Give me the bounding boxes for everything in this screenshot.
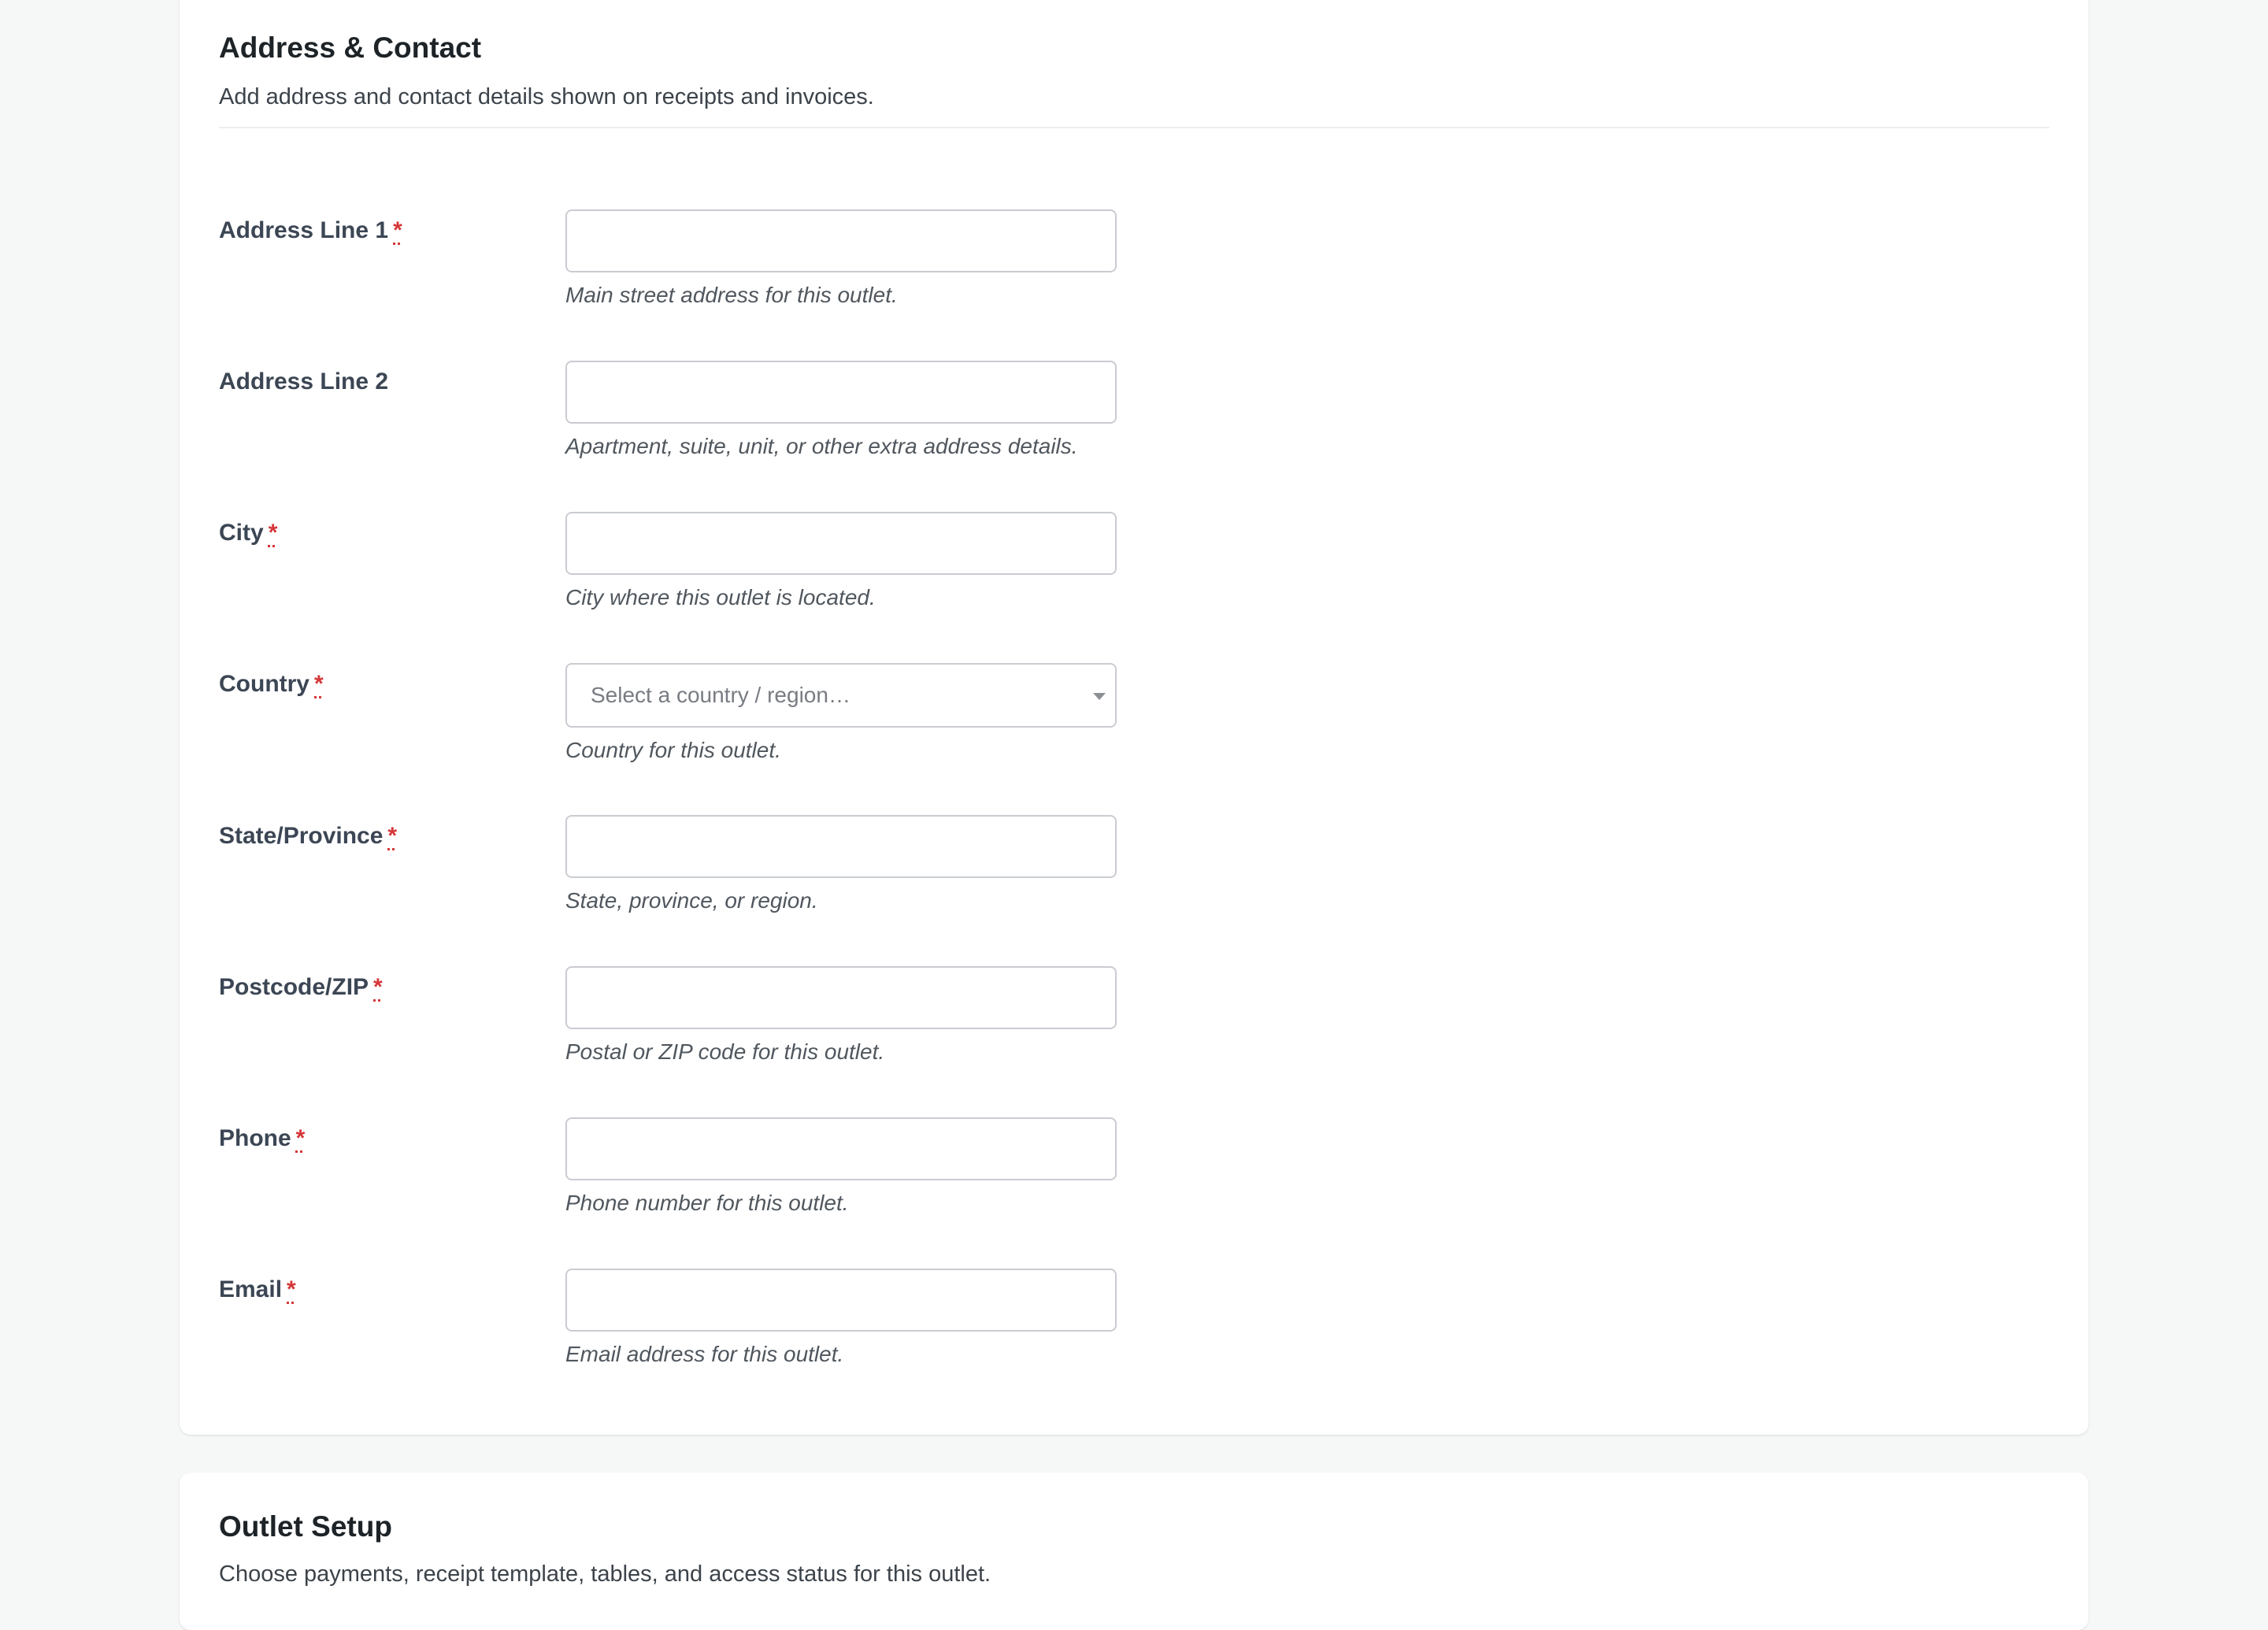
postcode-zip-row: Postcode/ZIP * Postal or ZIP code for thi… — [180, 966, 2088, 1108]
required-marker: * — [387, 823, 398, 849]
address-contact-card: Address & Contact Add address and contac… — [180, 0, 2088, 1435]
country-select[interactable]: Select a country / region… — [565, 663, 1117, 728]
country-label: Country * — [219, 671, 324, 697]
email-row: Email * Email address for this outlet. — [180, 1269, 2088, 1410]
required-marker: * — [287, 1276, 296, 1302]
address-line-2-row: Address Line 2 Apartment, suite, unit, o… — [180, 361, 2088, 502]
phone-input[interactable] — [565, 1117, 1117, 1180]
city-label: City * — [219, 520, 278, 546]
postcode-zip-help: Postal or ZIP code for this outlet. — [565, 1039, 885, 1064]
city-row: City * City where this outlet is located. — [180, 512, 2088, 654]
postcode-zip-label: Postcode/ZIP * — [219, 974, 383, 1000]
required-marker: * — [373, 974, 383, 1000]
email-input[interactable] — [565, 1269, 1117, 1332]
state-province-help: State, province, or region. — [565, 888, 818, 913]
state-province-row: State/Province * State, province, or regi… — [180, 815, 2088, 957]
required-marker: * — [314, 671, 324, 697]
city-help: City where this outlet is located. — [565, 585, 876, 609]
outlet-setup-card: Outlet Setup Choose payments, receipt te… — [180, 1473, 2088, 1630]
address-line-2-help: Apartment, suite, unit, or other extra a… — [565, 434, 1078, 458]
postcode-zip-input[interactable] — [565, 966, 1117, 1029]
city-input[interactable] — [565, 512, 1117, 575]
phone-row: Phone * Phone number for this outlet. — [180, 1117, 2088, 1259]
phone-label: Phone * — [219, 1125, 306, 1151]
required-marker: * — [393, 217, 402, 243]
caret-down-icon — [1093, 693, 1106, 700]
email-label: Email * — [219, 1276, 296, 1302]
address-line-1-help: Main street address for this outlet. — [565, 283, 898, 307]
country-select-placeholder: Select a country / region… — [591, 683, 850, 707]
state-province-input[interactable] — [565, 815, 1117, 878]
state-province-label: State/Province * — [219, 823, 398, 849]
address-line-2-label: Address Line 2 — [219, 369, 389, 395]
country-help: Country for this outlet. — [565, 738, 781, 762]
country-row: Country * Select a country / region… Coun… — [180, 663, 2088, 805]
address-line-1-label: Address Line 1 * — [219, 217, 402, 243]
section-title: Outlet Setup — [219, 1510, 392, 1543]
section-description: Add address and contact details shown on… — [219, 84, 874, 109]
required-marker: * — [295, 1125, 306, 1151]
required-marker: * — [268, 520, 278, 546]
address-line-1-input[interactable] — [565, 209, 1117, 272]
section-divider — [219, 127, 2049, 128]
section-title: Address & Contact — [219, 31, 482, 64]
email-help: Email address for this outlet. — [565, 1342, 844, 1366]
phone-help: Phone number for this outlet. — [565, 1191, 849, 1215]
address-line-2-input[interactable] — [565, 361, 1117, 424]
address-line-1-row: Address Line 1 * Main street address for … — [180, 209, 2088, 351]
